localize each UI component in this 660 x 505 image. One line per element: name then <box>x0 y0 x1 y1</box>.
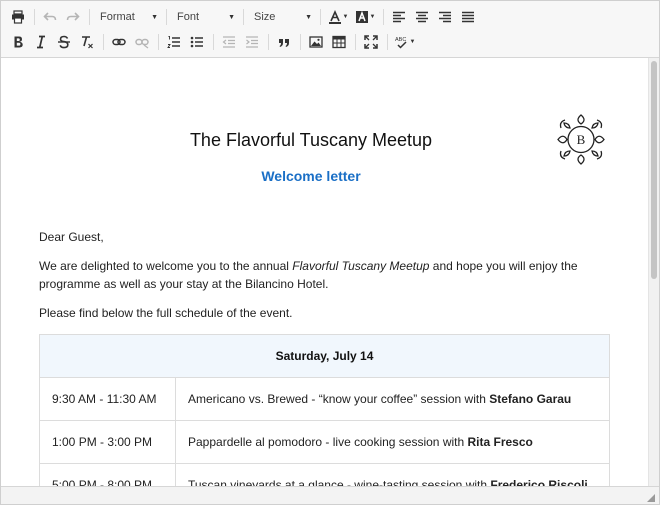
align-justify-icon[interactable] <box>457 6 479 28</box>
table-row: 9:30 AM - 11:30 AM Americano vs. Brewed … <box>39 377 610 421</box>
svg-text:ABC: ABC <box>395 37 406 43</box>
bold-icon[interactable] <box>7 31 29 53</box>
italic-icon[interactable] <box>30 31 52 53</box>
schedule-table: Saturday, July 14 9:30 AM - 11:30 AM Ame… <box>39 334 610 486</box>
scrollbar-thumb[interactable] <box>651 61 657 279</box>
toolbar-separator <box>268 34 269 50</box>
spellcheck-button[interactable]: ABC ▼ <box>392 31 418 53</box>
blockquote-icon[interactable] <box>273 31 295 53</box>
text-color-button[interactable]: ▼ <box>325 6 351 28</box>
rich-text-editor: Format ▼ Font ▼ Size ▼ ▼ ▼ ABC ▼ The Fla… <box>0 0 660 505</box>
toolbar-row-1: Format ▼ Font ▼ Size ▼ ▼ ▼ <box>7 6 480 28</box>
schedule-day-header: Saturday, July 14 <box>39 334 610 378</box>
font-dropdown[interactable]: Font ▼ <box>171 6 239 28</box>
print-icon[interactable] <box>7 6 29 28</box>
align-left-icon[interactable] <box>388 6 410 28</box>
toolbar-separator <box>383 9 384 25</box>
greeting-paragraph: Dear Guest, <box>39 230 104 244</box>
session-title: Americano vs. Brewed - “know your coffee… <box>188 392 490 406</box>
table-row: 1:00 PM - 3:00 PM Pappardelle al pomodor… <box>39 420 610 464</box>
align-right-icon[interactable] <box>434 6 456 28</box>
chevron-down-icon: ▼ <box>369 14 376 20</box>
text-color-icon <box>328 10 341 24</box>
chevron-down-icon: ▼ <box>305 13 312 21</box>
background-color-icon <box>355 10 368 23</box>
session-time: 9:30 AM - 11:30 AM <box>39 377 176 421</box>
bulleted-list-icon[interactable] <box>186 31 208 53</box>
session-host: Frederico Riscoli <box>490 478 588 486</box>
session-time: 1:00 PM - 3:00 PM <box>39 420 176 464</box>
session-description: Pappardelle al pomodoro - live cooking s… <box>175 420 610 464</box>
schedule-header-row: Saturday, July 14 <box>39 334 610 378</box>
redo-icon[interactable] <box>62 6 84 28</box>
toolbar-separator <box>103 34 104 50</box>
toolbar-separator <box>300 34 301 50</box>
schedule-intro-paragraph: Please find below the full schedule of t… <box>39 306 293 320</box>
size-dropdown-label: Size <box>254 11 276 23</box>
document-subtitle: Welcome letter <box>261 168 361 184</box>
numbered-list-icon[interactable] <box>163 31 185 53</box>
session-time: 5:00 PM - 8:00 PM <box>39 463 176 486</box>
undo-icon[interactable] <box>39 6 61 28</box>
toolbar-separator <box>166 9 167 25</box>
intro-text-start: We are delighted to welcome you to the a… <box>39 259 293 273</box>
session-title: Tuscan vineyards at a glance - wine-tast… <box>188 478 491 486</box>
intro-paragraph: We are delighted to welcome you to the a… <box>39 257 599 293</box>
format-dropdown-label: Format <box>100 11 135 23</box>
session-description: Tuscan vineyards at a glance - wine-tast… <box>175 463 610 486</box>
event-name-emphasis: Flavorful Tuscany Meetup <box>292 259 430 273</box>
table-row: 5:00 PM - 8:00 PM Tuscan vineyards at a … <box>39 463 610 486</box>
insert-table-icon[interactable] <box>328 31 350 53</box>
chevron-down-icon: ▼ <box>409 39 416 45</box>
outdent-icon[interactable] <box>218 31 240 53</box>
editor-status-bar <box>1 486 659 504</box>
session-title: Pappardelle al pomodoro - live cooking s… <box>188 435 468 449</box>
fullscreen-icon[interactable] <box>360 31 382 53</box>
session-host: Rita Fresco <box>467 435 533 449</box>
hotel-logo-icon: B <box>557 114 605 165</box>
toolbar-separator <box>34 9 35 25</box>
session-host: Stefano Garau <box>489 392 572 406</box>
indent-icon[interactable] <box>241 31 263 53</box>
toolbar-separator <box>89 9 90 25</box>
document-title: The Flavorful Tuscany Meetup <box>189 130 433 150</box>
logo-letter: B <box>577 132 586 147</box>
chevron-down-icon: ▼ <box>228 13 235 21</box>
insert-link-icon[interactable] <box>108 31 130 53</box>
unlink-icon[interactable] <box>131 31 153 53</box>
resize-handle-icon[interactable] <box>647 494 655 502</box>
insert-image-icon[interactable] <box>305 31 327 53</box>
toolbar-separator <box>320 9 321 25</box>
toolbar-separator <box>243 9 244 25</box>
toolbar-separator <box>213 34 214 50</box>
toolbar-separator <box>355 34 356 50</box>
chevron-down-icon: ▼ <box>151 13 158 21</box>
document-body[interactable]: The Flavorful Tuscany Meetup Welcome let… <box>1 58 648 486</box>
toolbar-separator <box>387 34 388 50</box>
strikethrough-icon[interactable] <box>53 31 75 53</box>
format-dropdown[interactable]: Format ▼ <box>94 6 162 28</box>
font-dropdown-label: Font <box>177 11 200 23</box>
chevron-down-icon: ▼ <box>342 14 349 20</box>
toolbar-separator <box>158 34 159 50</box>
toolbar-row-2: ABC ▼ <box>7 31 419 53</box>
editor-content-area[interactable]: The Flavorful Tuscany Meetup Welcome let… <box>1 58 659 486</box>
spellcheck-icon: ABC <box>395 37 407 49</box>
vertical-scrollbar[interactable] <box>648 58 659 486</box>
session-description: Americano vs. Brewed - “know your coffee… <box>175 377 610 421</box>
size-dropdown[interactable]: Size ▼ <box>248 6 316 28</box>
align-center-icon[interactable] <box>411 6 433 28</box>
editor-toolbar: Format ▼ Font ▼ Size ▼ ▼ ▼ ABC ▼ <box>1 1 659 58</box>
clear-formatting-icon[interactable] <box>76 31 98 53</box>
background-color-button[interactable]: ▼ <box>352 6 378 28</box>
